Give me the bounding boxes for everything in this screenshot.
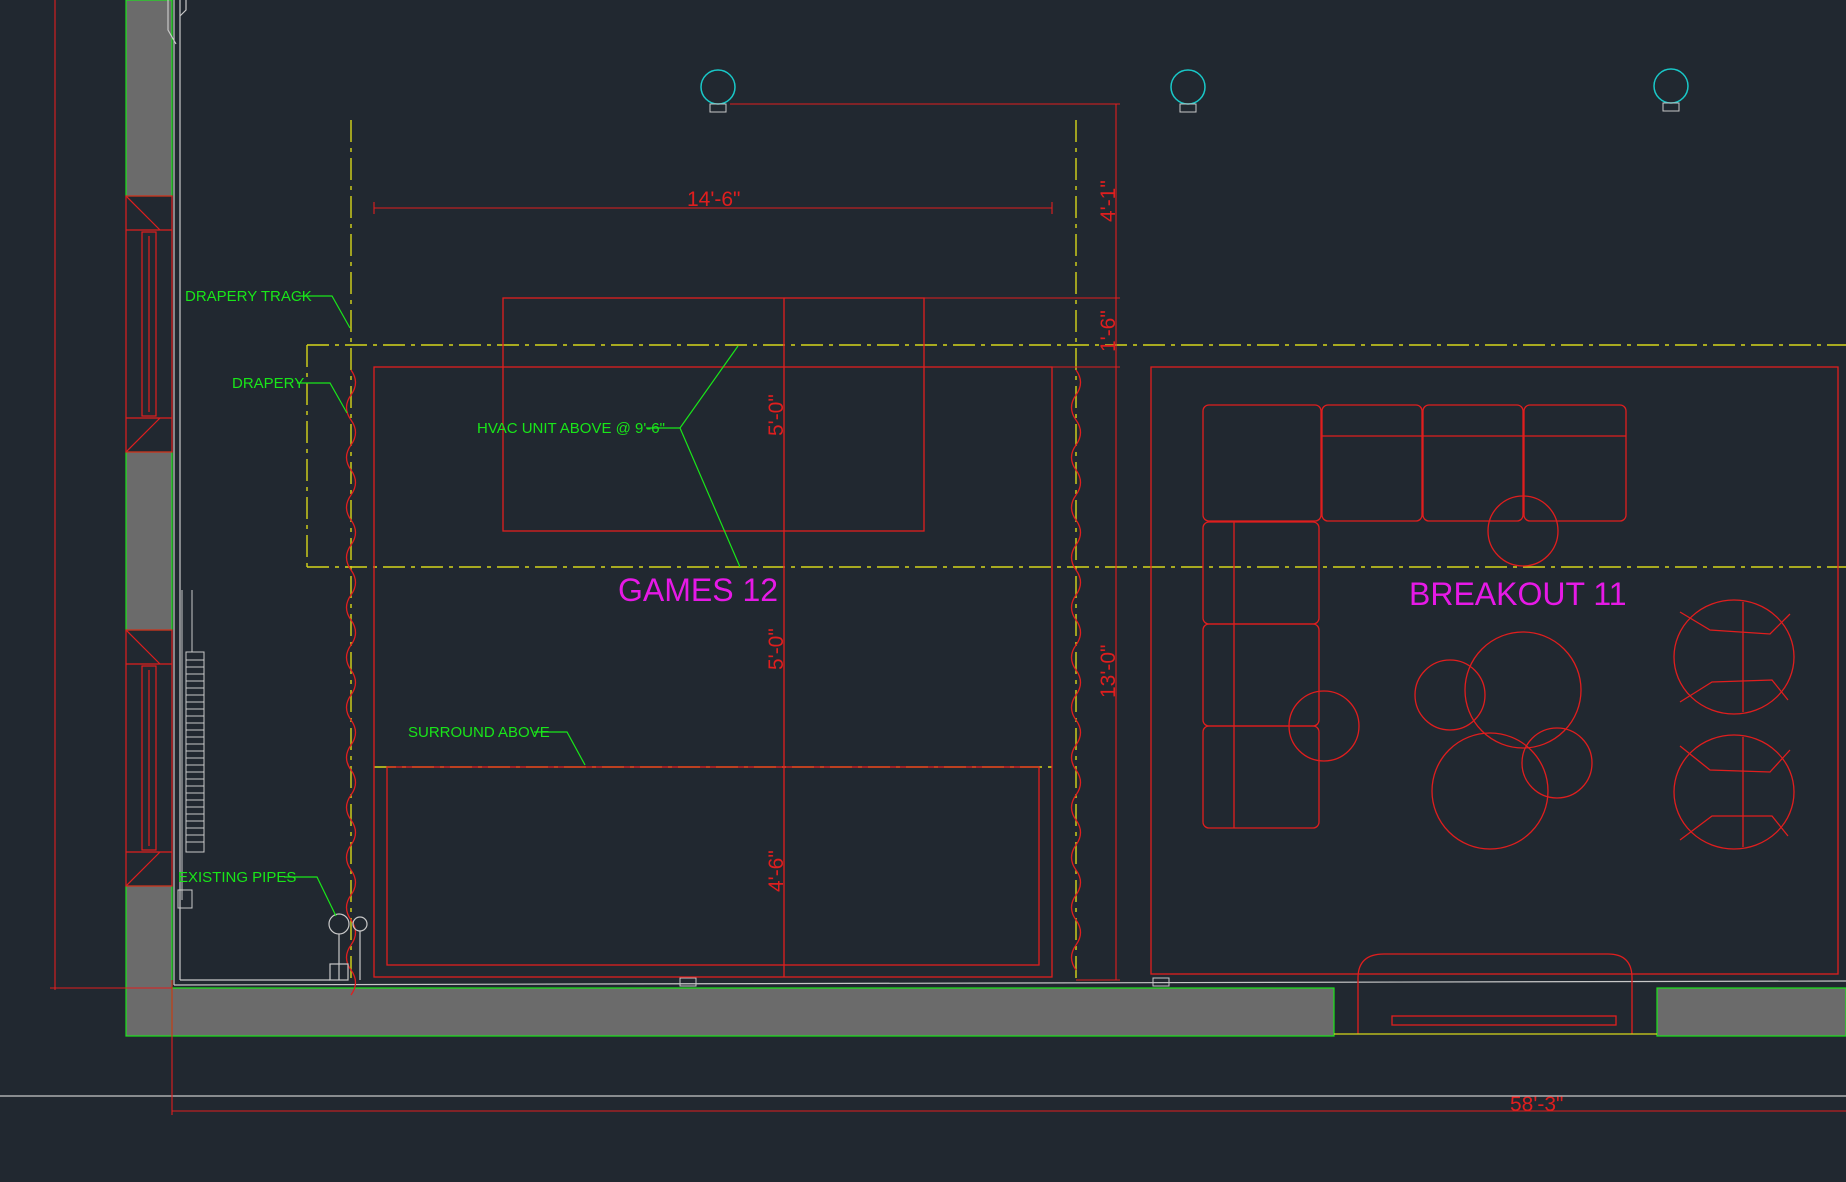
dimension-lines — [50, 0, 1846, 1115]
dim-track-offset: 1'-6" — [1097, 310, 1120, 352]
radiator-icon — [177, 590, 205, 909]
games-room — [373, 297, 1053, 978]
note-surround: SURROUND ABOVE — [408, 724, 550, 741]
sectional-sofa — [1202, 404, 1627, 829]
floor-plan-drawing: DRAPERY TRACK DRAPERY HVAC UNIT ABOVE @ … — [0, 0, 1846, 1116]
dim-overall: 58'-3" — [1510, 1093, 1564, 1116]
dim-hvac-depth: 5'-0" — [765, 394, 788, 436]
stage-surround — [386, 766, 1040, 966]
dim-room-depth: 13'-0" — [1097, 645, 1120, 699]
lounge-chairs — [1673, 599, 1795, 850]
hvac-unit — [502, 297, 925, 532]
dim-mid-depth: 5'-0" — [765, 628, 788, 670]
walls — [125, 0, 1846, 1037]
room-label-games: GAMES 12 — [618, 572, 778, 608]
ceiling-light-icon — [1170, 69, 1206, 105]
console — [1357, 953, 1633, 1034]
south-wall-left — [171, 987, 1335, 1037]
ceiling-fixtures — [679, 68, 1689, 987]
note-drapery: DRAPERY — [232, 375, 304, 392]
south-wall-right — [1656, 987, 1846, 1037]
breakout-room — [1150, 366, 1839, 1035]
note-drapery-track: DRAPERY TRACK — [185, 288, 312, 305]
coffee-tables — [1414, 631, 1593, 850]
west-wall-mid — [125, 451, 173, 631]
dim-stage-depth: 4'-6" — [765, 850, 788, 892]
drapery — [345, 369, 1082, 996]
west-wall-upper — [125, 0, 173, 197]
ceiling-light-icon — [1653, 68, 1689, 104]
ceiling-light-icon — [700, 69, 736, 105]
dim-top-offset: 4'-1" — [1097, 180, 1120, 222]
pipe-icon — [328, 913, 368, 981]
hidden-lines — [306, 120, 1846, 980]
dim-games-width: 14'-6" — [687, 188, 741, 211]
games-rug — [373, 366, 1053, 978]
note-hvac: HVAC UNIT ABOVE @ 9'-6" — [477, 420, 665, 437]
west-wall-lower — [125, 885, 173, 1037]
interior-face — [0, 0, 1846, 1097]
room-label-breakout: BREAKOUT 11 — [1409, 576, 1627, 612]
note-pipes: EXISTING PIPES — [178, 869, 296, 886]
breakout-rug — [1150, 366, 1839, 975]
